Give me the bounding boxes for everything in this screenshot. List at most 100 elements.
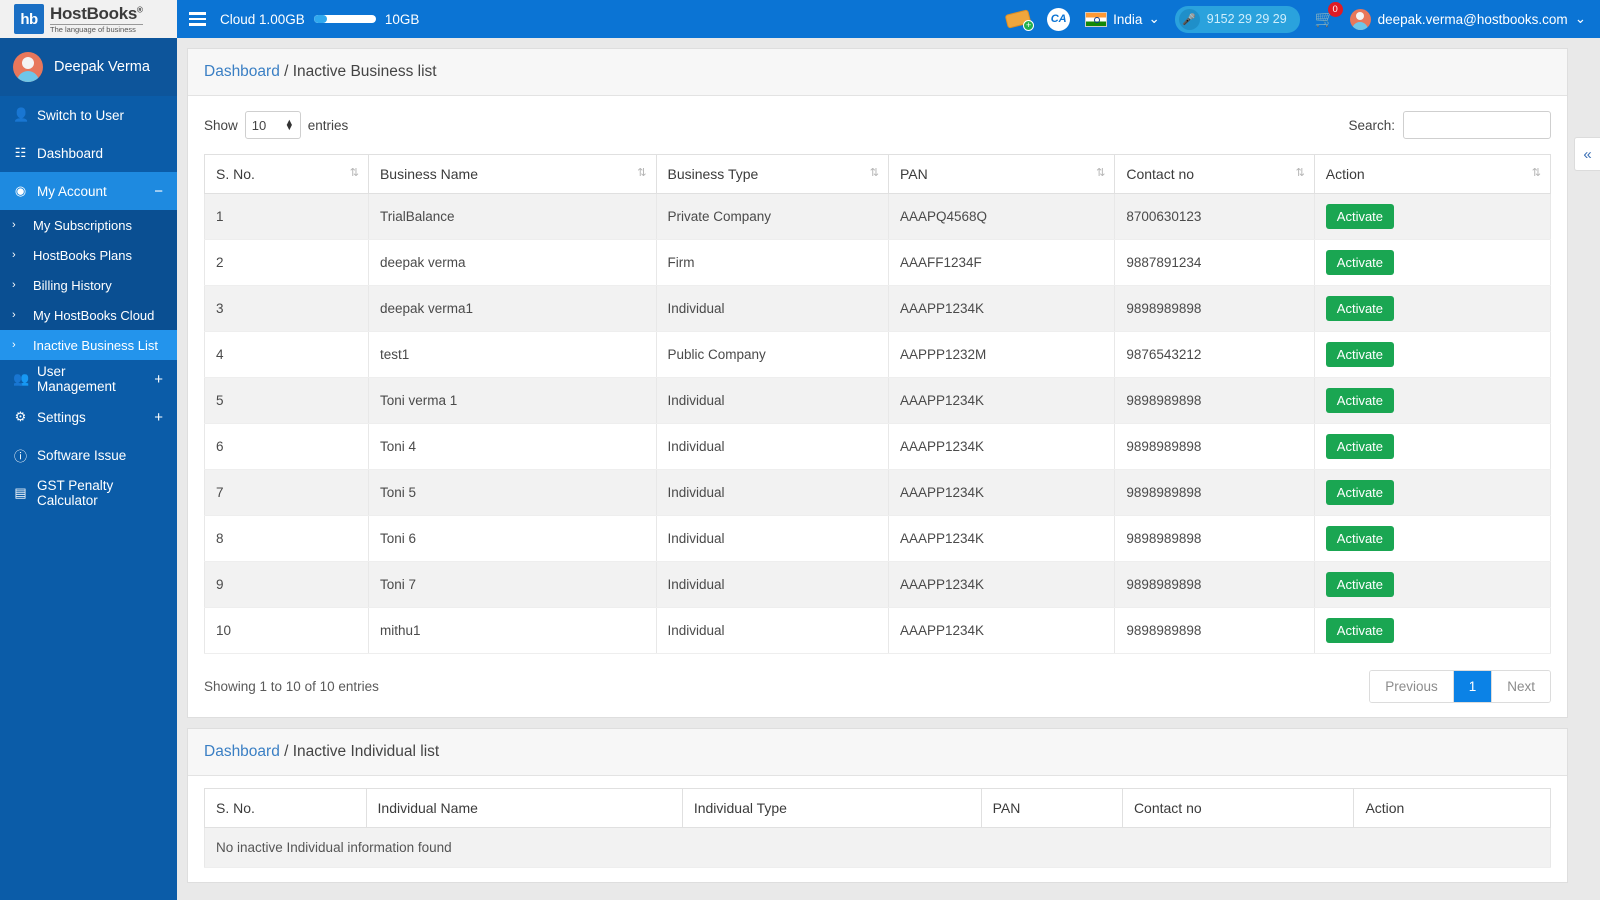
cell-sno: 4 (204, 331, 369, 378)
pagination-previous[interactable]: Previous (1370, 671, 1454, 702)
sort-icon: ⇅ (1295, 167, 1305, 179)
cell-sno: 6 (204, 423, 369, 470)
sidebar-item-hostbooks-plans[interactable]: › HostBooks Plans (0, 240, 177, 270)
sidebar-item-gst-penalty-calculator[interactable]: ▤ GST Penalty Calculator (0, 474, 177, 512)
sidebar-item-my-account[interactable]: ◉ My Account − (0, 172, 177, 210)
brand-name: HostBooks® (50, 3, 143, 23)
ca-icon[interactable]: CA (1047, 7, 1071, 31)
india-flag-icon (1085, 11, 1108, 27)
table-header: S. No. ⇅ Business Name ⇅ Business Type ⇅ PA… (204, 154, 1552, 194)
cell-sno: 3 (204, 285, 369, 332)
cell-action: Activate (1313, 561, 1552, 608)
sidebar-item-dashboard[interactable]: ☷ Dashboard (0, 134, 177, 172)
table-row: 9 Toni 7 Individual AAAPP1234K 9898989898 Act… (204, 561, 1552, 608)
activate-button[interactable]: Activate (1325, 296, 1395, 321)
content-area: « Dashboard / Inactive Business list Sho… (177, 38, 1600, 900)
brand-logo[interactable]: hb HostBooks® The language of business (0, 0, 177, 38)
cell-business-type: Individual (655, 377, 889, 424)
chevron-down-icon: ⌄ (1148, 11, 1160, 26)
table-row: 10 mithu1 Individual AAAPP1234K 9898989898 Ac… (204, 607, 1552, 654)
cell-business-type: Individual (655, 285, 889, 332)
chevron-right-icon: › (12, 279, 16, 291)
activate-button[interactable]: Activate (1325, 572, 1395, 597)
table-header-row: S. No. ⇅ Business Name ⇅ Business Type ⇅ PA… (204, 154, 1552, 194)
inactive-business-body: Show 10 ▲ ▼ entries Search: S. No. ⇅ Bus… (188, 96, 1567, 717)
sidebar-item-switch-to-user[interactable]: 👤 Switch to User (0, 96, 177, 134)
column-header-sno[interactable]: S. No. ⇅ (204, 154, 369, 194)
showing-entries-text: Showing 1 to 10 of 10 entries (204, 679, 379, 694)
cell-sno: 7 (204, 469, 369, 516)
activate-button[interactable]: Activate (1325, 388, 1395, 413)
collapse-panel-button[interactable]: « (1574, 137, 1600, 171)
column-header-contact-no[interactable]: Contact no (1121, 788, 1355, 828)
cell-sno: 2 (204, 239, 369, 286)
pagination: Previous 1 Next (1369, 670, 1551, 703)
support-phone-button[interactable]: 🎤 9152 29 29 29 (1174, 5, 1300, 33)
column-header-sno[interactable]: S. No. (204, 788, 367, 828)
activate-button[interactable]: Activate (1325, 480, 1395, 505)
breadcrumb-dashboard-link[interactable]: Dashboard (204, 743, 280, 760)
app-root: hb HostBooks® The language of business D… (0, 0, 1600, 900)
column-header-action[interactable]: Action (1353, 788, 1551, 828)
activate-button[interactable]: Activate (1325, 342, 1395, 367)
column-header-pan[interactable]: PAN ⇅ (887, 154, 1116, 194)
cell-business-type: Individual (655, 561, 889, 608)
sidebar-subitem-label: My Subscriptions (33, 217, 132, 233)
entries-per-page-select[interactable]: 10 ▲ ▼ (244, 111, 301, 139)
column-header-individual-type[interactable]: Individual Type (681, 788, 982, 828)
page-scrollbar[interactable] (1568, 76, 1600, 900)
show-entries-control: Show 10 ▲ ▼ entries (204, 111, 348, 139)
expand-toggle-icon[interactable]: + (154, 409, 163, 426)
cell-pan: AAAPP1234K (887, 377, 1116, 424)
hamburger-menu-icon[interactable] (189, 12, 206, 26)
column-header-individual-name[interactable]: Individual Name (365, 788, 683, 828)
column-header-business-type[interactable]: Business Type ⇅ (655, 154, 889, 194)
sidebar-item-my-subscriptions[interactable]: › My Subscriptions (0, 210, 177, 240)
activate-button[interactable]: Activate (1325, 526, 1395, 551)
column-header-business-name[interactable]: Business Name ⇅ (367, 154, 657, 194)
sidebar-item-settings[interactable]: ⚙ Settings + (0, 398, 177, 436)
user-account-menu[interactable]: deepak.verma@hostbooks.com ⌄ (1349, 8, 1586, 30)
expand-toggle-icon[interactable]: + (154, 371, 163, 388)
sidebar-item-billing-history[interactable]: › Billing History (0, 270, 177, 300)
cart-button[interactable]: 🛒 0 (1315, 2, 1343, 29)
country-selector[interactable]: India ⌄ (1085, 11, 1160, 27)
cell-business-name: Toni 4 (367, 423, 657, 470)
column-header-pan[interactable]: PAN (980, 788, 1123, 828)
cell-business-name: deepak verma1 (367, 285, 657, 332)
brand-tagline: The language of business (50, 23, 143, 34)
collapse-toggle-icon[interactable]: − (154, 183, 163, 200)
ticket-icon: + (1004, 9, 1035, 31)
add-coupon-button[interactable]: + (1004, 9, 1035, 31)
activate-button[interactable]: Activate (1325, 434, 1395, 459)
pagination-page-1[interactable]: 1 (1453, 671, 1493, 702)
account-icon: ◉ (14, 183, 27, 198)
sidebar-item-label: Settings (37, 409, 86, 425)
logo-mark-icon: hb (14, 4, 44, 34)
table-row: 1 TrialBalance Private Company AAAPQ4568Q 87… (204, 193, 1552, 240)
sidebar-item-my-hostbooks-cloud[interactable]: › My HostBooks Cloud (0, 300, 177, 330)
sidebar-item-user-management[interactable]: 👥 User Management + (0, 360, 177, 398)
sidebar-item-inactive-business-list[interactable]: › Inactive Business List (0, 330, 177, 360)
cell-business-type: Individual (655, 607, 889, 654)
chevron-right-icon: › (12, 309, 16, 321)
activate-button[interactable]: Activate (1325, 250, 1395, 275)
breadcrumb: Dashboard / Inactive Business list (188, 49, 1567, 96)
cell-action: Activate (1313, 239, 1552, 286)
sidebar-profile[interactable]: Deepak Verma (0, 38, 177, 96)
table-row: 6 Toni 4 Individual AAAPP1234K 9898989898 Act… (204, 423, 1552, 470)
table-row: 7 Toni 5 Individual AAAPP1234K 9898989898 Act… (204, 469, 1552, 516)
sidebar-item-software-issue[interactable]: ⓘ Software Issue (0, 436, 177, 474)
table-footer: Showing 1 to 10 of 10 entries Previous 1… (204, 670, 1551, 703)
cell-sno: 1 (204, 193, 369, 240)
cell-business-type: Firm (655, 239, 889, 286)
column-header-contact-no[interactable]: Contact no ⇅ (1114, 154, 1315, 194)
sidebar-subitem-label: Billing History (33, 277, 112, 293)
activate-button[interactable]: Activate (1325, 618, 1395, 643)
column-header-action[interactable]: Action ⇅ (1313, 154, 1552, 194)
breadcrumb-dashboard-link[interactable]: Dashboard (204, 63, 280, 80)
inactive-business-card: Dashboard / Inactive Business list Show … (187, 48, 1568, 718)
pagination-next[interactable]: Next (1492, 671, 1550, 702)
activate-button[interactable]: Activate (1325, 204, 1395, 229)
search-input[interactable] (1403, 111, 1551, 139)
